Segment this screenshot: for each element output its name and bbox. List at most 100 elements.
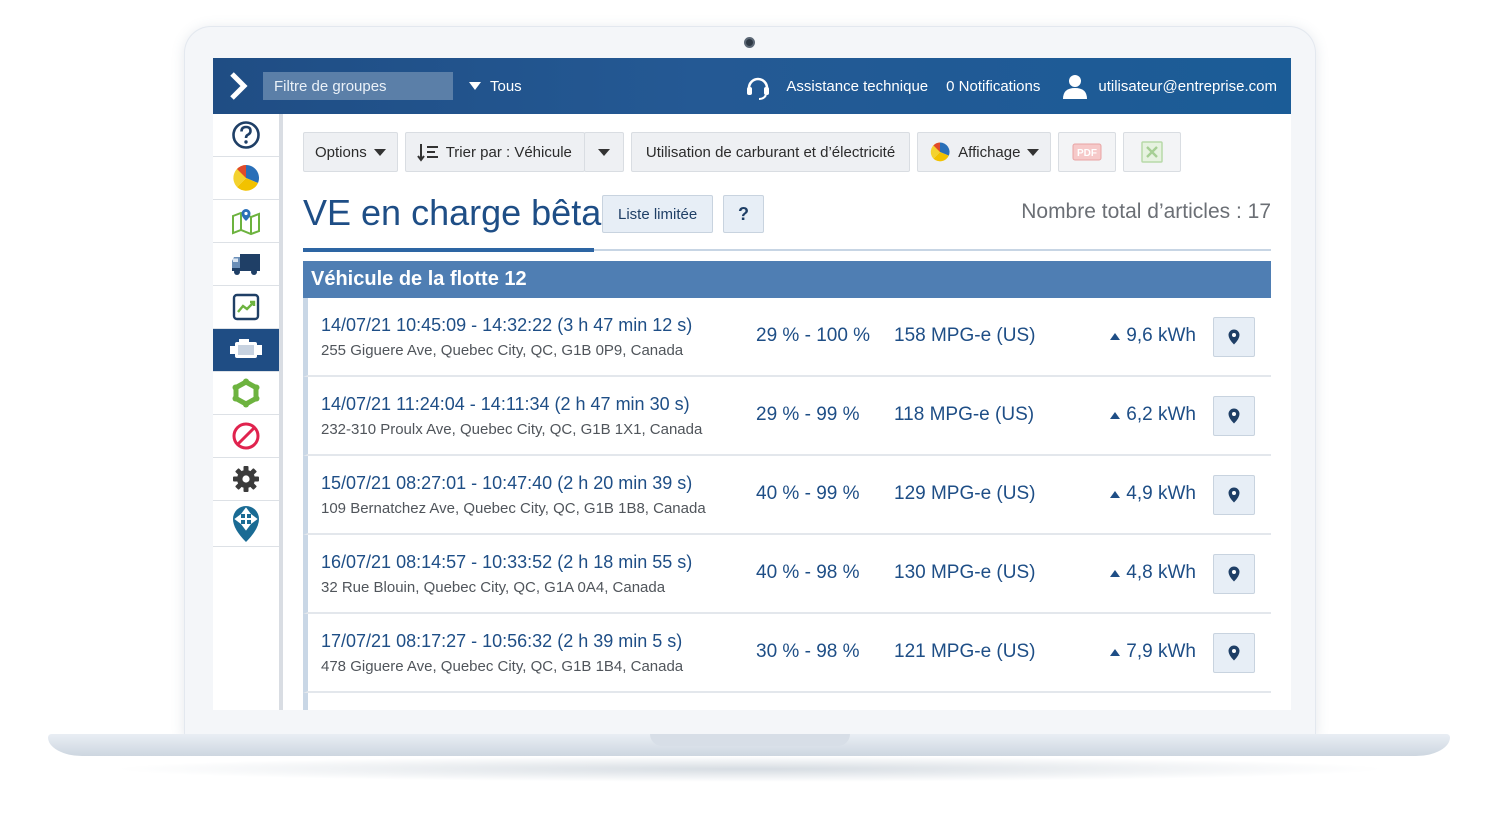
- energy-added: 6,2 kWh: [1110, 404, 1196, 426]
- show-on-map-button[interactable]: [1213, 317, 1255, 357]
- chevron-right-icon: [230, 72, 248, 100]
- table-row[interactable]: 15/07/21 08:27:01 - 10:47:40 (2 h 20 min…: [303, 456, 1271, 535]
- trend-chart-icon: [232, 293, 260, 321]
- caret-up-icon: [1110, 490, 1121, 498]
- headset-icon: [747, 77, 770, 100]
- sort-button[interactable]: Trier par : Véhicule: [404, 132, 585, 172]
- energy-value: 6,2 kWh: [1126, 404, 1196, 425]
- group-header[interactable]: Véhicule de la flotte 12: [303, 261, 1271, 298]
- charge-percent-range: 29 % - 99 %: [756, 404, 860, 425]
- table-row[interactable]: 16/07/21 08:14:57 - 10:33:52 (2 h 18 min…: [303, 535, 1271, 614]
- sidebar-item-marketplace[interactable]: [213, 501, 279, 547]
- title-row: VE en charge bêta Liste limitée ? Nombre…: [303, 190, 1271, 252]
- charge-time-range: 14/07/21 10:45:09 - 14:32:22 (3 h 47 min…: [321, 315, 693, 335]
- group-filter-input[interactable]: Filtre de groupes: [263, 72, 453, 100]
- laptop-notch: [650, 734, 850, 746]
- total-items-label: Nombre total d’articles : 17: [1021, 200, 1271, 223]
- charge-percent-range: 40 % - 99 %: [756, 483, 860, 504]
- sidebar-item-map[interactable]: [213, 200, 279, 243]
- energy-added: 9,6 kWh: [1110, 325, 1196, 347]
- caret-up-icon: [1110, 648, 1121, 656]
- limited-list-button[interactable]: Liste limitée: [602, 195, 714, 233]
- map-pin-icon: [1228, 645, 1240, 661]
- charge-percent-range: 29 % - 100 %: [756, 325, 871, 346]
- export-excel-button[interactable]: [1123, 132, 1182, 172]
- energy-value: 4,9 kWh: [1126, 483, 1196, 504]
- zone-icon: [232, 378, 260, 408]
- laptop-shadow: [110, 756, 1390, 782]
- sidebar-item-dashboard[interactable]: [213, 157, 279, 200]
- caret-down-icon: [1027, 148, 1040, 156]
- mpg-e-value: 158 MPG-e (US): [894, 325, 1036, 346]
- excel-icon: [1141, 141, 1164, 163]
- show-on-map-button[interactable]: [1213, 396, 1255, 436]
- main-content: Options Trier par : Véhicule Utilisation…: [303, 114, 1271, 710]
- gear-icon: [233, 466, 259, 492]
- pie-chart-icon: [930, 142, 950, 162]
- show-on-map-button[interactable]: [1213, 554, 1255, 594]
- sort-direction-button[interactable]: [583, 132, 624, 172]
- camera: [744, 37, 755, 48]
- energy-added: 4,8 kWh: [1110, 562, 1196, 584]
- sidebar-item-vehicles[interactable]: [213, 243, 279, 286]
- export-pdf-button[interactable]: PDF: [1058, 132, 1117, 172]
- energy-added: 4,9 kWh: [1110, 483, 1196, 505]
- options-button[interactable]: Options: [303, 132, 398, 172]
- table-row[interactable]: 17/07/21 08:17:27 - 10:56:32 (2 h 39 min…: [303, 614, 1271, 693]
- charge-time-range: 14/07/21 11:24:04 - 14:11:34 (2 h 47 min…: [321, 394, 690, 414]
- sidebar: [213, 114, 283, 710]
- charge-address: 32 Rue Blouin, Quebec City, QC, G1A 0A4,…: [321, 579, 666, 596]
- pie-chart-icon: [233, 165, 259, 191]
- caret-up-icon: [1110, 569, 1121, 577]
- options-label: Options: [315, 143, 367, 161]
- energy-value: 9,6 kWh: [1126, 325, 1196, 346]
- display-button[interactable]: Affichage: [917, 132, 1052, 172]
- table-row[interactable]: [303, 693, 1271, 710]
- all-groups-select[interactable]: Tous: [469, 78, 522, 95]
- sidebar-item-help[interactable]: [213, 114, 279, 157]
- charge-time-range: 15/07/21 08:27:01 - 10:47:40 (2 h 20 min…: [321, 473, 693, 493]
- energy-value: 4,8 kWh: [1126, 562, 1196, 583]
- title-divider-accent: [303, 248, 594, 252]
- energy-added: 7,9 kWh: [1110, 641, 1196, 663]
- fuel-usage-label: Utilisation de carburant et d’électricit…: [645, 143, 896, 161]
- support-link[interactable]: Assistance technique: [744, 72, 928, 100]
- user-menu[interactable]: utilisateur@entreprise.com: [1062, 73, 1277, 99]
- caret-up-icon: [1110, 411, 1121, 419]
- sort-icon: [416, 144, 438, 162]
- sidebar-item-activity[interactable]: [213, 286, 279, 329]
- pdf-icon: PDF: [1072, 143, 1102, 161]
- mpg-e-value: 130 MPG-e (US): [894, 562, 1036, 583]
- charge-time-range: 17/07/21 08:17:27 - 10:56:32 (2 h 39 min…: [321, 631, 683, 651]
- sidebar-item-settings[interactable]: [213, 458, 279, 501]
- map-pin-icon: [1228, 329, 1240, 345]
- table-row[interactable]: 14/07/21 11:24:04 - 14:11:34 (2 h 47 min…: [303, 377, 1271, 456]
- all-groups-label: Tous: [490, 77, 522, 95]
- map-pin-icon: [1228, 487, 1240, 503]
- show-on-map-button[interactable]: [1213, 633, 1255, 673]
- truck-icon: [232, 254, 260, 275]
- sidebar-item-engine[interactable]: [213, 329, 279, 372]
- screen: Filtre de groupes Tous Assistance techni…: [213, 58, 1291, 710]
- sidebar-item-zones[interactable]: [213, 372, 279, 415]
- show-on-map-button[interactable]: [1213, 475, 1255, 515]
- fuel-usage-button[interactable]: Utilisation de carburant et d’électricit…: [630, 132, 911, 172]
- help-circle-icon: [232, 121, 260, 149]
- charge-address: 478 Giguere Ave, Quebec City, QC, G1B 1B…: [321, 658, 684, 675]
- table-row[interactable]: 14/07/21 10:45:09 - 14:32:22 (3 h 47 min…: [303, 298, 1271, 377]
- top-bar: Filtre de groupes Tous Assistance techni…: [213, 58, 1291, 114]
- user-email: utilisateur@entreprise.com: [1098, 77, 1277, 95]
- help-button[interactable]: ?: [723, 195, 764, 233]
- toolbar: Options Trier par : Véhicule Utilisation…: [303, 132, 1182, 172]
- pdf-label: PDF: [1077, 148, 1097, 159]
- group-filter-placeholder: Filtre de groupes: [274, 77, 387, 95]
- marketplace-icon: [233, 505, 259, 542]
- sidebar-item-rules[interactable]: [213, 415, 279, 458]
- energy-value: 7,9 kWh: [1126, 641, 1196, 662]
- notifications-link[interactable]: 0 Notifications: [946, 78, 1040, 95]
- charging-list: 14/07/21 10:45:09 - 14:32:22 (3 h 47 min…: [303, 298, 1271, 710]
- sort-label: Trier par : Véhicule: [445, 143, 572, 161]
- expand-sidebar-button[interactable]: [213, 58, 263, 114]
- mpg-e-value: 121 MPG-e (US): [894, 641, 1036, 662]
- charge-percent-range: 30 % - 98 %: [756, 641, 860, 662]
